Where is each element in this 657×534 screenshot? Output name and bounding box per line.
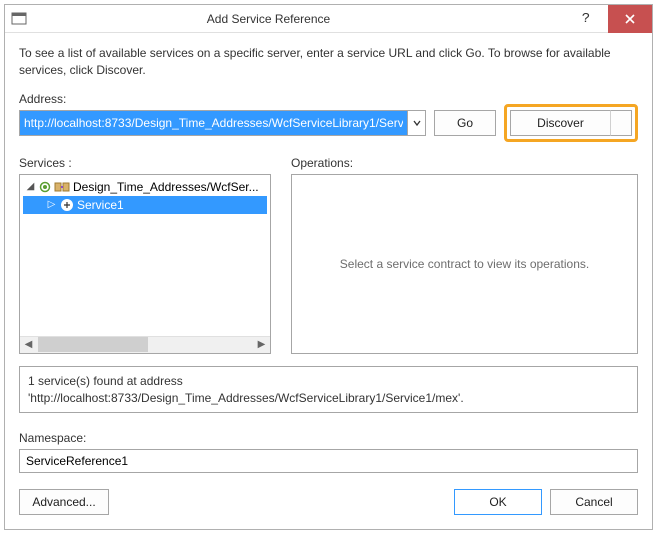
advanced-button[interactable]: Advanced... [19,489,109,515]
titlebar: Add Service Reference ? [5,5,652,33]
services-label: Services : [19,156,271,170]
operations-listbox: Select a service contract to view its op… [291,174,638,354]
namespace-label: Namespace: [19,431,638,445]
close-button[interactable] [608,5,652,33]
address-combobox[interactable] [19,110,426,136]
cancel-button[interactable]: Cancel [550,489,638,515]
dialog-window: Add Service Reference ? To see a list of… [4,4,653,530]
expand-icon[interactable]: ▷ [46,199,57,210]
namespace-input[interactable] [19,449,638,473]
discover-highlight: Discover [504,104,638,142]
discover-button[interactable]: Discover [510,110,610,136]
address-input[interactable] [20,111,407,135]
tree-item-label: Service1 [77,198,124,212]
help-button[interactable]: ? [564,5,608,33]
tree-item-label: Design_Time_Addresses/WcfSer... [73,180,259,194]
operations-placeholder: Select a service contract to view its op… [340,257,589,271]
collapse-icon[interactable]: ◢ [25,181,36,192]
intro-text: To see a list of available services on a… [19,45,638,80]
scroll-right-icon[interactable]: ▶ [253,337,270,353]
discover-dropdown-icon[interactable] [610,110,632,136]
go-button[interactable]: Go [434,110,496,136]
dialog-title: Add Service Reference [0,12,564,26]
status-line: 1 service(s) found at address [28,373,629,390]
services-tree[interactable]: ◢ Design_Time_Addresses/WcfSer... ▷ Serv… [19,174,271,354]
contract-icon [60,198,74,212]
status-line: 'http://localhost:8733/Design_Time_Addre… [28,390,629,407]
operations-label: Operations: [291,156,638,170]
ok-button[interactable]: OK [454,489,542,515]
status-box: 1 service(s) found at address 'http://lo… [19,366,638,414]
scroll-left-icon[interactable]: ◀ [20,337,37,353]
tree-row-root[interactable]: ◢ Design_Time_Addresses/WcfSer... [23,178,267,196]
radio-icon [39,181,51,193]
service-host-icon [54,179,70,195]
tree-row-service[interactable]: ▷ Service1 [23,196,267,214]
address-dropdown-icon[interactable] [407,111,425,135]
services-hscrollbar[interactable]: ◀ ▶ [20,336,270,353]
scroll-thumb[interactable] [38,337,148,352]
